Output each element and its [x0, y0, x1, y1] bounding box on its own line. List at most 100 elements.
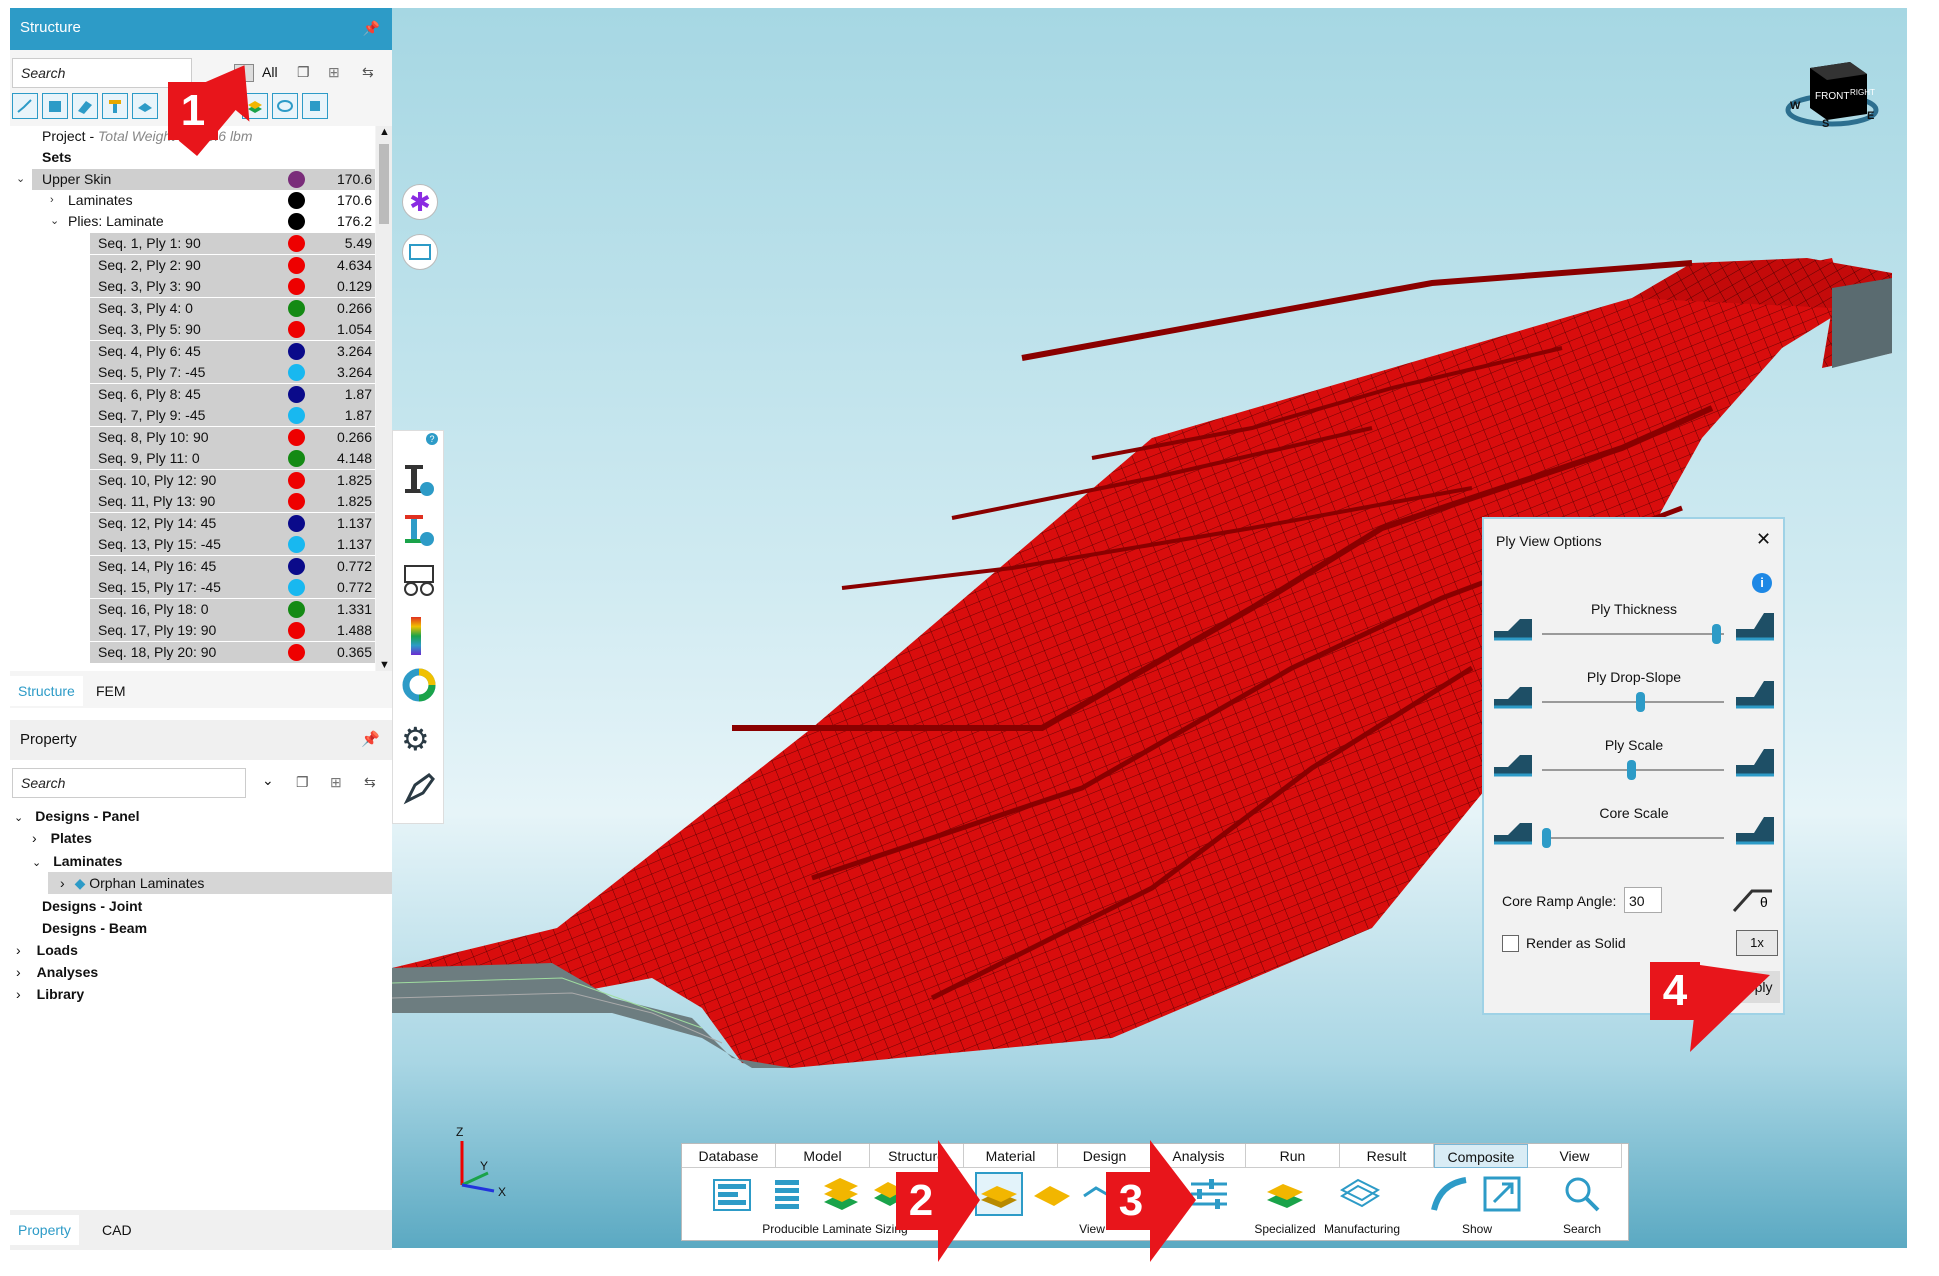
- glasses-icon[interactable]: [401, 563, 437, 603]
- cube-icon[interactable]: [42, 93, 68, 119]
- pin-icon[interactable]: 📌: [363, 8, 380, 48]
- ply-row[interactable]: Seq. 13, Ply 15: -45 1.137: [90, 534, 375, 555]
- laminate-plies-icon[interactable]: [242, 93, 268, 119]
- chevron-right-icon[interactable]: ›: [50, 190, 54, 211]
- rectangle-button[interactable]: [402, 234, 438, 270]
- copy-icon[interactable]: ❐: [297, 64, 310, 81]
- ply-row[interactable]: Seq. 8, Ply 10: 90 0.266: [90, 426, 375, 448]
- ply-row[interactable]: Seq. 15, Ply 17: -45 0.772: [90, 577, 375, 598]
- panel-icon[interactable]: [72, 93, 98, 119]
- plate-icon[interactable]: [132, 93, 158, 119]
- chevron-right-icon[interactable]: ›: [16, 942, 21, 958]
- slider-track[interactable]: [1542, 633, 1724, 635]
- ply-row[interactable]: Seq. 7, Ply 9: -45 1.87: [90, 405, 375, 426]
- help-icon[interactable]: ?: [426, 433, 438, 445]
- ribbon-tab-structure[interactable]: Structure: [870, 1144, 964, 1168]
- scale-1x-button[interactable]: 1x: [1736, 930, 1778, 956]
- hierarchy-icon[interactable]: ⊞: [328, 64, 340, 81]
- ply-row[interactable]: Seq. 5, Ply 7: -45 3.264: [90, 362, 375, 383]
- slider-thumb[interactable]: [1541, 828, 1551, 848]
- color-legend-icon[interactable]: [411, 617, 421, 655]
- tab-structure[interactable]: Structure: [10, 676, 83, 706]
- laminate-sizing-button[interactable]: [712, 1174, 752, 1218]
- ply-row[interactable]: Seq. 17, Ply 19: 90 1.488: [90, 620, 375, 641]
- section-icon[interactable]: [272, 93, 298, 119]
- chevron-right-icon[interactable]: ›: [32, 830, 37, 846]
- ply-view-button[interactable]: [975, 1172, 1023, 1216]
- slider-thumb[interactable]: [1627, 760, 1636, 780]
- chevron-down-icon[interactable]: ⌄: [50, 211, 59, 232]
- close-icon[interactable]: ✕: [1756, 529, 1771, 550]
- ply-row[interactable]: Seq. 9, Ply 11: 0 4.148: [90, 448, 375, 469]
- tree-row-designs-joint[interactable]: Designs - Joint: [42, 895, 142, 917]
- filter-all-label[interactable]: All: [262, 64, 278, 80]
- ribbon-tab-design[interactable]: Design: [1058, 1144, 1152, 1168]
- specialized-button[interactable]: [1265, 1174, 1305, 1218]
- ribbon-tab-result[interactable]: Result: [1340, 1144, 1434, 1168]
- apply-button[interactable]: Apply: [1730, 971, 1780, 1003]
- tab-cad[interactable]: CAD: [94, 1215, 140, 1245]
- tree-row-sets[interactable]: Sets: [42, 147, 72, 168]
- ply-row[interactable]: Seq. 4, Ply 6: 45 3.264: [90, 340, 375, 362]
- slider-thumb[interactable]: [1635, 692, 1645, 712]
- search-button[interactable]: [1562, 1174, 1602, 1218]
- ply-row[interactable]: Seq. 10, Ply 12: 90 1.825: [90, 469, 375, 491]
- ply-row[interactable]: Seq. 3, Ply 4: 0 0.266: [90, 297, 375, 319]
- ribbon-tab-view[interactable]: View: [1528, 1144, 1622, 1168]
- show-curve-button[interactable]: [1430, 1174, 1470, 1218]
- tree-row-laminates[interactable]: ⌄ Laminates: [32, 850, 122, 872]
- render-as-solid-checkbox[interactable]: [1502, 935, 1519, 952]
- scroll-down-icon[interactable]: ▼: [379, 659, 390, 671]
- ply-row[interactable]: Seq. 2, Ply 2: 90 4.634: [90, 254, 375, 276]
- path-icon[interactable]: [12, 93, 38, 119]
- ply-row[interactable]: Seq. 1, Ply 1: 90 5.49: [90, 233, 375, 254]
- beam-play-icon[interactable]: [401, 461, 435, 501]
- ply-row[interactable]: Seq. 11, Ply 13: 90 1.825: [90, 491, 375, 512]
- ribbon-tab-database[interactable]: Database: [682, 1144, 776, 1168]
- chevron-right-icon[interactable]: ›: [60, 875, 65, 891]
- tree-row-designs-beam[interactable]: Designs - Beam: [42, 917, 147, 939]
- manufacturing-button[interactable]: [1339, 1174, 1381, 1218]
- ply-stack-button[interactable]: [772, 1174, 802, 1218]
- donut-chart-icon[interactable]: [401, 667, 437, 707]
- box-icon[interactable]: [234, 64, 254, 82]
- slider-track[interactable]: [1542, 701, 1724, 703]
- tree-row-project[interactable]: Project - Total Weight = 190.6 lbm: [42, 126, 253, 147]
- ribbon-tab-run[interactable]: Run: [1246, 1144, 1340, 1168]
- ply-row[interactable]: Seq. 18, Ply 20: 90 0.365: [90, 641, 375, 663]
- pen-icon[interactable]: [401, 771, 437, 811]
- beam-icon[interactable]: [102, 93, 128, 119]
- swap-icon[interactable]: ⇆: [364, 774, 376, 791]
- info-icon[interactable]: i: [1752, 573, 1772, 593]
- asterisk-button[interactable]: ✱: [402, 184, 438, 220]
- cube-face-right[interactable]: RIGHT: [1850, 88, 1875, 97]
- ribbon-tab-model[interactable]: Model: [776, 1144, 870, 1168]
- hierarchy-icon[interactable]: ⊞: [330, 774, 342, 791]
- chevron-right-icon[interactable]: ›: [16, 986, 21, 1002]
- ply-row[interactable]: Seq. 14, Ply 16: 45 0.772: [90, 555, 375, 577]
- settings-gear-icon[interactable]: ⚙: [401, 721, 430, 757]
- tree-scrollbar[interactable]: ▲ ▼: [376, 126, 392, 671]
- chevron-down-icon[interactable]: ⌄: [16, 169, 25, 190]
- ribbon-tab-analysis[interactable]: Analysis: [1152, 1144, 1246, 1168]
- ply-surface-button[interactable]: [1032, 1174, 1072, 1218]
- chevron-down-icon[interactable]: ⌄: [14, 812, 23, 824]
- ply-row[interactable]: Seq. 6, Ply 8: 45 1.87: [90, 383, 375, 405]
- chevron-down-icon[interactable]: ⌄: [32, 857, 41, 869]
- core-ramp-angle-input[interactable]: 30: [1624, 887, 1662, 913]
- tree-row-designs-panel[interactable]: ⌄ Designs - Panel: [14, 805, 139, 827]
- tree-row-upper-skin[interactable]: ⌄ Upper Skin 170.6: [16, 169, 375, 190]
- tree-row-loads[interactable]: › Loads: [16, 939, 78, 961]
- chip-icon[interactable]: [302, 93, 328, 119]
- view-cube[interactable]: FRONT RIGHT W S E: [1782, 48, 1882, 138]
- chevron-down-icon[interactable]: ⌄: [262, 772, 274, 789]
- tree-row-plies[interactable]: ⌄ Plies: Laminate 176.2: [50, 211, 375, 232]
- ribbon-tab-composite[interactable]: Composite: [1434, 1144, 1528, 1168]
- tab-fem[interactable]: FEM: [88, 676, 134, 706]
- ply-row[interactable]: Seq. 3, Ply 3: 90 0.129: [90, 276, 375, 297]
- multi-ply-button[interactable]: [822, 1174, 862, 1218]
- pin-icon[interactable]: 📌: [361, 720, 380, 760]
- cube-face-front[interactable]: FRONT: [1815, 91, 1849, 102]
- ply-view-options-button[interactable]: [1187, 1174, 1231, 1218]
- beam-check-icon[interactable]: [401, 511, 435, 551]
